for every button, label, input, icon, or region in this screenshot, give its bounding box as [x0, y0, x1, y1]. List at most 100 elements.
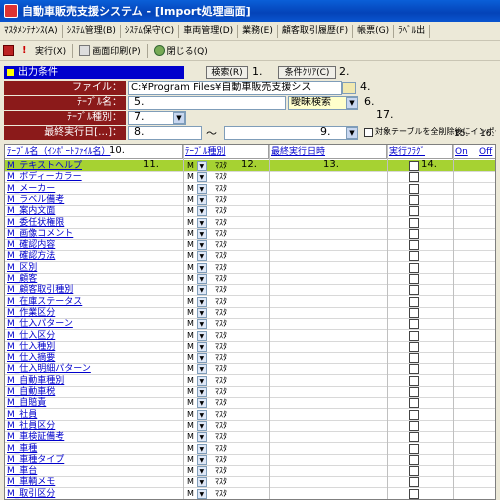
chevron-down-icon[interactable]: ▼ [196, 341, 207, 352]
table-row[interactable]: M_車台 M ▼ ﾏｽﾀ [5, 465, 495, 478]
col-header-exec-flag[interactable]: 実行ﾌﾗｸﾞ [387, 145, 453, 159]
exec-flag-checkbox[interactable] [409, 353, 419, 364]
chevron-down-icon[interactable]: ▼ [196, 262, 207, 273]
table-row[interactable]: M_車種 M ▼ ﾏｽﾀ [5, 443, 495, 455]
table-name-link[interactable]: M_車検証備考 [7, 431, 183, 443]
table-name-link[interactable]: M_社員 [7, 409, 183, 421]
menu-vehicle-management[interactable]: 車両管理(D) [179, 24, 239, 38]
menu-business[interactable]: 業務(E) [238, 24, 278, 38]
chevron-down-icon[interactable]: ▼ [196, 161, 207, 171]
chevron-down-icon[interactable]: ▼ [196, 285, 207, 296]
table-row[interactable]: M_仕入パターン M ▼ ﾏｽﾀ [5, 318, 495, 331]
table-name-link[interactable]: M_委任状権限 [7, 217, 183, 229]
table-row[interactable]: M_車輌メモ M ▼ ﾏｽﾀ [5, 476, 495, 489]
table-row[interactable]: M_仕入摘要 M ▼ ﾏｽﾀ [5, 352, 495, 365]
exec-flag-checkbox[interactable] [409, 161, 419, 171]
table-row[interactable]: M_社員区分 M ▼ ﾏｽﾀ [5, 420, 495, 432]
chevron-down-icon[interactable]: ▼ [196, 375, 207, 386]
table-name-link[interactable]: M_自動車税 [7, 386, 183, 398]
exec-flag-checkbox[interactable] [409, 364, 419, 375]
table-name-link[interactable]: M_仕入パターン [7, 318, 183, 330]
close-button[interactable]: 閉じる(Q) [151, 44, 211, 57]
menu-reports[interactable]: 帳票(G) [353, 24, 395, 38]
table-row[interactable]: M_仕入種別 M ▼ ﾏｽﾀ [5, 341, 495, 353]
table-row[interactable]: M_ラベル備考 M ▼ ﾏｽﾀ [5, 194, 495, 206]
table-name-link[interactable]: M_作業区分 [7, 307, 183, 319]
chevron-down-icon[interactable]: ▼ [196, 398, 207, 409]
exec-flag-checkbox[interactable] [409, 387, 419, 397]
table-name-link[interactable]: M_取引区分 [7, 488, 183, 499]
exec-flag-checkbox[interactable] [409, 262, 419, 273]
on-link[interactable]: On [453, 145, 475, 159]
chevron-down-icon[interactable]: ▼ [196, 330, 207, 341]
chevron-down-icon[interactable]: ▼ [196, 454, 207, 465]
chevron-down-icon[interactable]: ▼ [346, 97, 358, 109]
table-name-link[interactable]: M_ボディーカラー [7, 171, 183, 183]
exec-flag-checkbox[interactable] [409, 319, 419, 330]
menu-system-management[interactable]: ｼｽﾃﾑ管理(B) [63, 24, 121, 38]
off-link[interactable]: Off [477, 145, 495, 159]
exec-flag-checkbox[interactable] [409, 375, 419, 386]
chevron-down-icon[interactable]: ▼ [196, 307, 207, 318]
exec-flag-checkbox[interactable] [409, 172, 419, 183]
table-name-link[interactable]: M_車輌メモ [7, 476, 183, 488]
chevron-down-icon[interactable]: ▼ [196, 488, 207, 499]
menu-customer-history[interactable]: 顧客取引履歴(F) [278, 24, 354, 38]
table-name-link[interactable]: M_顧客 [7, 273, 183, 285]
table-row[interactable]: M_案内文面 M ▼ ﾏｽﾀ [5, 205, 495, 218]
table-row[interactable]: M_自動車税 M ▼ ﾏｽﾀ [5, 386, 495, 398]
menu-labels[interactable]: ﾗﾍﾞﾙ出 [394, 24, 431, 38]
chevron-down-icon[interactable]: ▼ [196, 443, 207, 454]
chevron-down-icon[interactable]: ▼ [196, 194, 207, 205]
table-name-link[interactable]: M_自動車種別 [7, 375, 183, 387]
table-name-link[interactable]: M_自賠責 [7, 397, 183, 409]
clear-conditions-button[interactable]: 条件ｸﾘｱ(C) [278, 66, 336, 79]
table-name-link[interactable]: M_顧客取引種別 [7, 284, 183, 296]
exec-flag-checkbox[interactable] [409, 206, 419, 217]
chevron-down-icon[interactable]: ▼ [196, 466, 207, 477]
exec-flag-checkbox[interactable] [409, 341, 419, 352]
exec-flag-checkbox[interactable] [409, 488, 419, 499]
chevron-down-icon[interactable]: ▼ [196, 240, 207, 251]
exec-flag-checkbox[interactable] [409, 432, 419, 443]
chevron-down-icon[interactable]: ▼ [196, 387, 207, 397]
table-name-link[interactable]: M_案内文面 [7, 205, 183, 217]
run-button[interactable]: ! 実行(X) [19, 44, 69, 57]
exec-flag-checkbox[interactable] [409, 240, 419, 251]
table-row[interactable]: M_車種タイプ M ▼ ﾏｽﾀ [5, 454, 495, 466]
table-name-link[interactable]: M_仕入区分 [7, 330, 183, 342]
table-name-link[interactable]: M_車種タイプ [7, 454, 183, 466]
chevron-down-icon[interactable]: ▼ [196, 420, 207, 431]
table-row[interactable]: M_区別 M ▼ ﾏｽﾀ [5, 262, 495, 274]
table-name-link[interactable]: M_社員区分 [7, 420, 183, 432]
exec-flag-checkbox[interactable] [409, 420, 419, 431]
table-name-link[interactable]: M_仕入種別 [7, 341, 183, 353]
chevron-down-icon[interactable]: ▼ [196, 353, 207, 364]
table-name-link[interactable]: M_区別 [7, 262, 183, 274]
table-name-link[interactable]: M_ラベル備考 [7, 194, 183, 206]
menu-master-maintenance[interactable]: ﾏｽﾀﾒﾝﾃﾅﾝｽ(A) [0, 24, 63, 38]
table-row[interactable]: M_画像コメント M ▼ ﾏｽﾀ [5, 228, 495, 240]
col-header-table-name[interactable]: ﾃｰﾌﾞﾙ名（ｲﾝﾎﾟｰﾄﾌｧｲﾙ名） [5, 145, 183, 159]
table-row[interactable]: M_作業区分 M ▼ ﾏｽﾀ [5, 307, 495, 319]
table-name-input[interactable] [128, 96, 286, 110]
chevron-down-icon[interactable]: ▼ [196, 206, 207, 217]
table-row[interactable]: M_社員 M ▼ ﾏｽﾀ [5, 409, 495, 421]
table-row[interactable]: M_顧客 M ▼ ﾏｽﾀ [5, 273, 495, 285]
col-header-last-exec[interactable]: 最終実行日時 [269, 145, 387, 159]
table-row[interactable]: M_取引区分 M ▼ ﾏｽﾀ [5, 488, 495, 499]
exec-flag-checkbox[interactable] [409, 285, 419, 296]
exec-flag-checkbox[interactable] [409, 183, 419, 194]
print-screen-button[interactable]: 画面印刷(P) [76, 44, 143, 57]
chevron-down-icon[interactable]: ▼ [196, 477, 207, 488]
menu-system-maintenance[interactable]: ｼｽﾃﾑ保守(C) [121, 24, 180, 38]
chevron-down-icon[interactable]: ▼ [196, 296, 207, 307]
table-row[interactable]: M_在庫ステータス M ▼ ﾏｽﾀ [5, 296, 495, 308]
table-row[interactable]: M_委任状権限 M ▼ ﾏｽﾀ [5, 217, 495, 229]
table-row[interactable]: M_確認内容 M ▼ ﾏｽﾀ [5, 239, 495, 252]
table-name-link[interactable]: M_在庫ステータス [7, 296, 183, 308]
exec-flag-checkbox[interactable] [409, 274, 419, 284]
exec-flag-checkbox[interactable] [409, 443, 419, 454]
table-row[interactable]: M_車検証備考 M ▼ ﾏｽﾀ [5, 431, 495, 444]
table-row[interactable]: M_自動車種別 M ▼ ﾏｽﾀ [5, 375, 495, 387]
